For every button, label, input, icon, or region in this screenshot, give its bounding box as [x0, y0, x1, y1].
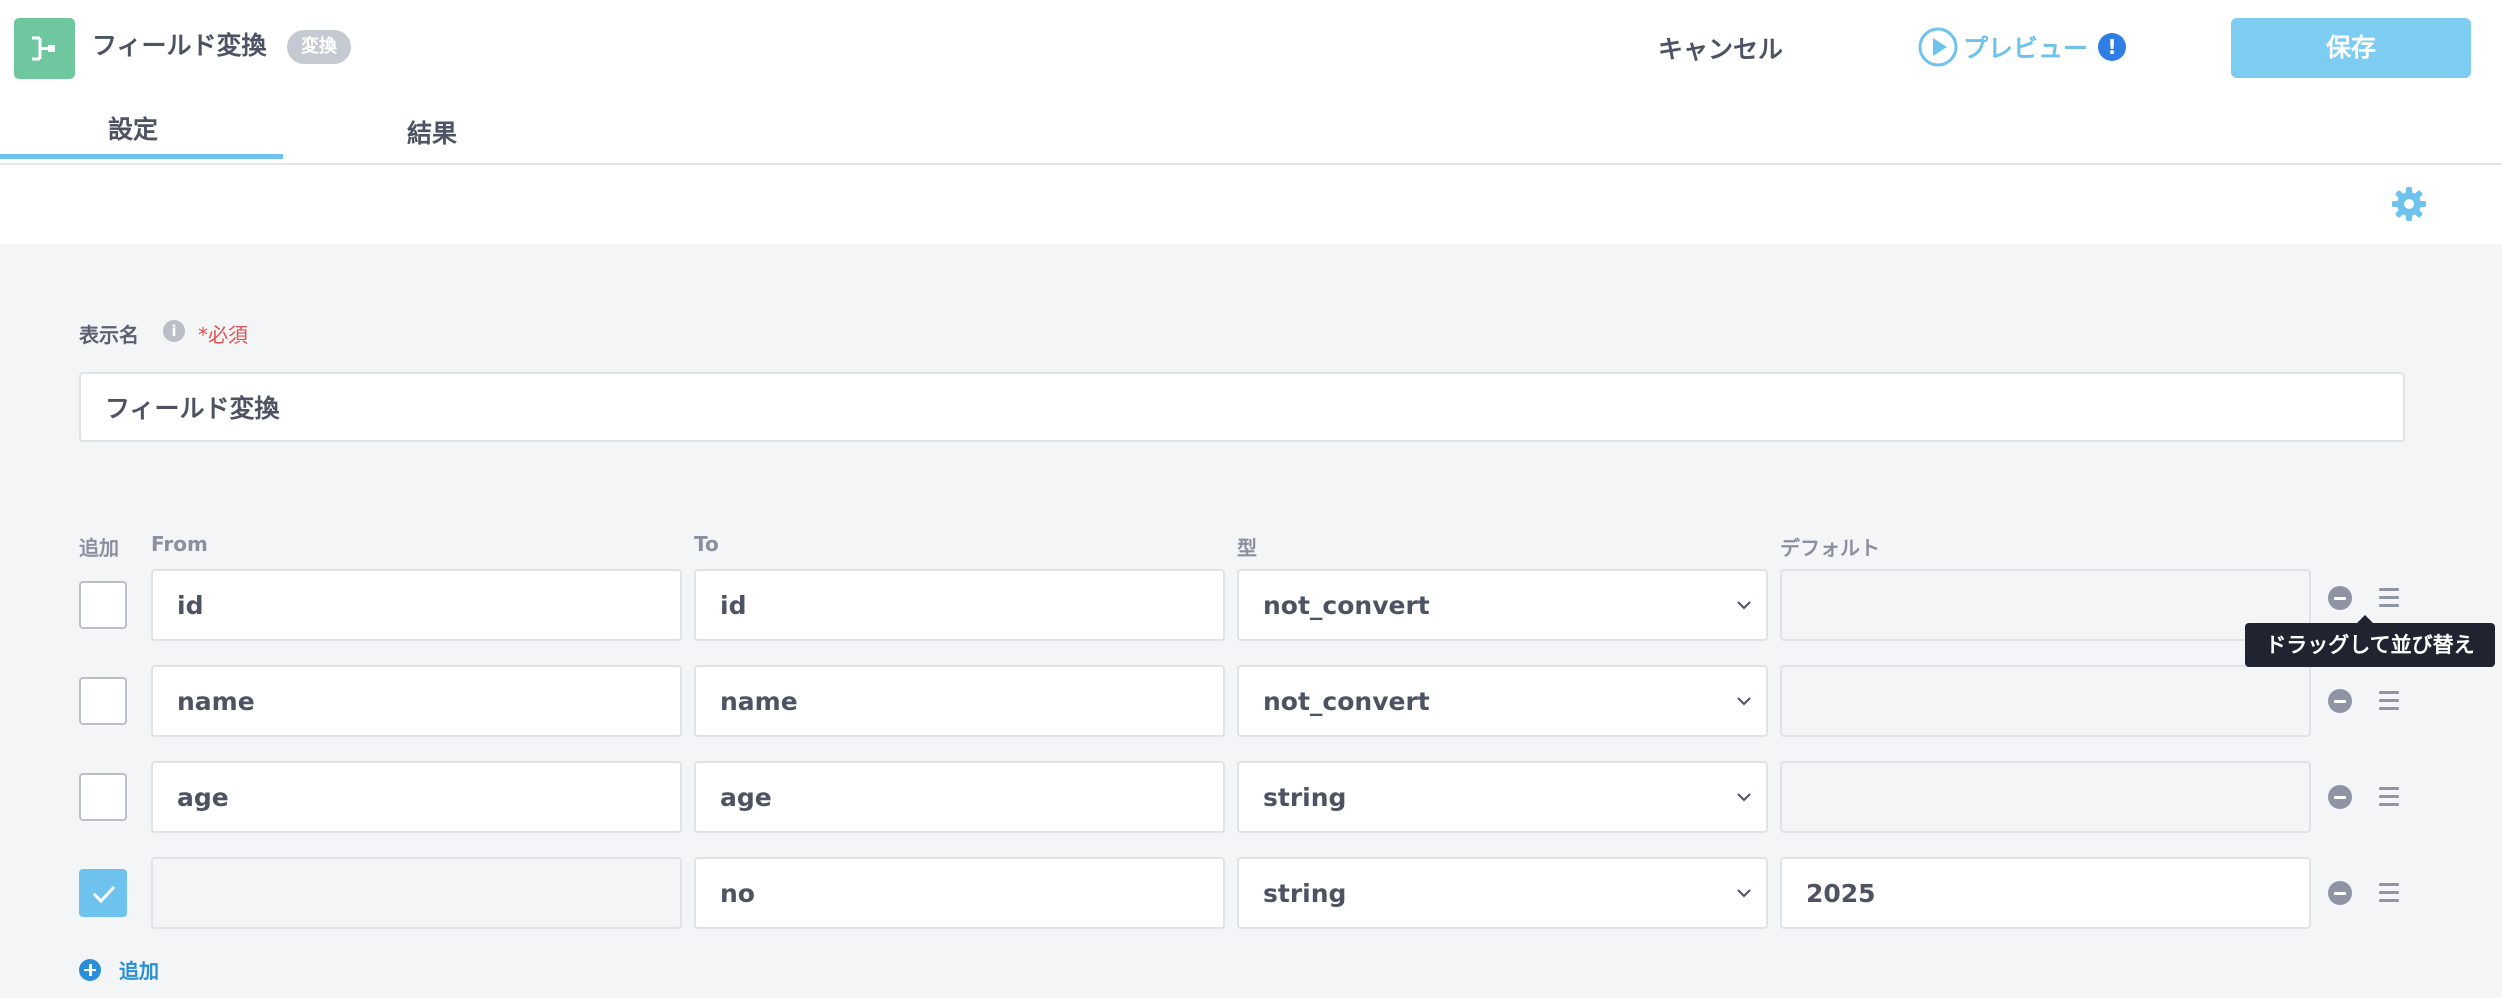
flow-icon: [14, 18, 75, 79]
type-select[interactable]: not_convert: [1237, 569, 1768, 641]
add-row-label: 追加: [119, 959, 159, 983]
remove-icon[interactable]: [2328, 586, 2352, 610]
default-field[interactable]: [1780, 569, 2311, 641]
tab-settings[interactable]: 設定: [108, 110, 158, 146]
display-name-input[interactable]: [79, 372, 2405, 442]
remove-icon[interactable]: [2328, 689, 2352, 713]
to-field[interactable]: [694, 665, 1225, 737]
check-icon: [92, 885, 116, 904]
active-tab-indicator: [0, 154, 283, 159]
chevron-down-icon: [1737, 697, 1751, 706]
chevron-down-icon: [1737, 889, 1751, 898]
chevron-down-icon: [1737, 793, 1751, 802]
from-field[interactable]: [151, 665, 682, 737]
table-row: not_convert: [0, 665, 2502, 737]
add-checkbox[interactable]: [79, 869, 127, 917]
drag-handle-icon[interactable]: [2379, 883, 2399, 903]
to-field[interactable]: [694, 761, 1225, 833]
plus-icon: [79, 958, 101, 981]
default-field[interactable]: [1780, 665, 2311, 737]
table-row: string: [0, 761, 2502, 833]
type-select-value: string: [1263, 782, 1347, 812]
drag-handle-icon[interactable]: [2379, 588, 2399, 608]
preview-button[interactable]: プレビュー !: [1917, 26, 2127, 68]
required-label: *必須: [198, 323, 248, 347]
type-select[interactable]: string: [1237, 857, 1768, 929]
type-select[interactable]: string: [1237, 761, 1768, 833]
from-field[interactable]: [151, 857, 682, 929]
table-row: string: [0, 857, 2502, 929]
type-badge: 変換: [287, 30, 351, 64]
column-header-default: デフォルト: [1780, 536, 1880, 560]
gear-icon[interactable]: [2390, 185, 2428, 223]
column-header-add: 追加: [79, 536, 119, 560]
preview-label: プレビュー: [1963, 34, 2089, 63]
alert-icon: !: [2098, 33, 2127, 61]
to-field[interactable]: [694, 569, 1225, 641]
from-field[interactable]: [151, 569, 682, 641]
header: フィールド変換 変換 キャンセル プレビュー ! 保存 設定 結果: [0, 0, 2502, 221]
save-button[interactable]: 保存: [2231, 18, 2471, 78]
cancel-button[interactable]: キャンセル: [1658, 30, 1783, 66]
add-checkbox[interactable]: [79, 677, 127, 725]
default-field[interactable]: [1780, 857, 2311, 929]
drag-handle-icon[interactable]: [2379, 787, 2399, 807]
type-select-value: string: [1263, 878, 1347, 908]
column-header-type: 型: [1237, 536, 1257, 560]
tab-results[interactable]: 結果: [407, 114, 457, 150]
default-field[interactable]: [1780, 761, 2311, 833]
add-row-button[interactable]: 追加: [79, 955, 159, 984]
info-icon[interactable]: i: [163, 320, 185, 342]
add-checkbox[interactable]: [79, 773, 127, 821]
chevron-down-icon: [1737, 601, 1751, 610]
app-title: フィールド変換: [92, 31, 267, 60]
from-field[interactable]: [151, 761, 682, 833]
type-select-value: not_convert: [1263, 686, 1430, 716]
to-field[interactable]: [694, 857, 1225, 929]
play-icon: [1918, 27, 1958, 67]
remove-icon[interactable]: [2328, 785, 2352, 809]
tab-bar: 設定 結果: [0, 100, 2502, 165]
type-select-value: not_convert: [1263, 590, 1430, 620]
display-name-label: 表示名: [79, 323, 139, 347]
drag-handle-icon[interactable]: [2379, 691, 2399, 711]
type-select[interactable]: not_convert: [1237, 665, 1768, 737]
drag-tooltip: ドラッグして並び替え: [2245, 615, 2495, 667]
table-row: not_convert: [0, 569, 2502, 641]
add-checkbox[interactable]: [79, 581, 127, 629]
column-header-from: From: [151, 532, 208, 556]
remove-icon[interactable]: [2328, 881, 2352, 905]
column-header-to: To: [694, 532, 719, 556]
